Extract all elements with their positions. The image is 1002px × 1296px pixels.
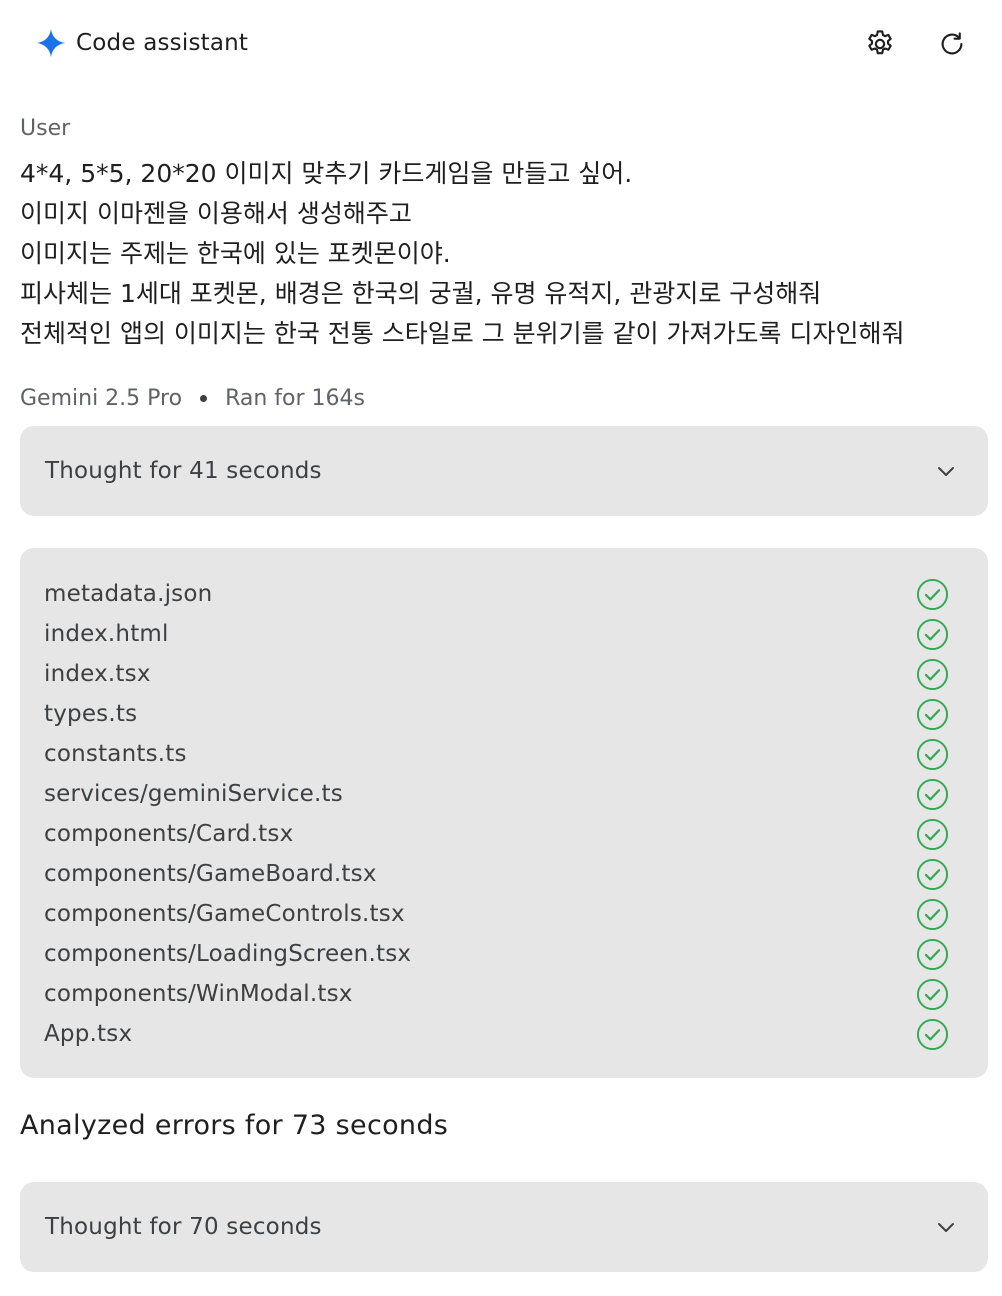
separator-dot bbox=[200, 395, 208, 402]
file-name: App.tsx bbox=[44, 1021, 133, 1047]
check-circle-icon bbox=[916, 658, 949, 691]
file-row[interactable]: metadata.json bbox=[20, 574, 988, 614]
file-name: types.ts bbox=[44, 701, 138, 727]
file-name: components/GameBoard.tsx bbox=[44, 861, 377, 887]
check-circle-icon bbox=[916, 938, 949, 971]
file-row[interactable]: index.html bbox=[20, 614, 988, 654]
thought-toggle[interactable]: Thought for 41 seconds bbox=[20, 426, 988, 516]
settings-button[interactable] bbox=[862, 26, 898, 62]
check-circle-icon bbox=[916, 618, 949, 651]
file-name: components/WinModal.tsx bbox=[44, 981, 353, 1007]
check-circle-icon bbox=[916, 738, 949, 771]
chevron-down-icon bbox=[938, 467, 954, 476]
file-row[interactable]: services/geminiService.ts bbox=[20, 774, 988, 814]
response-meta: Gemini 2.5 Pro Ran for 164s bbox=[20, 386, 365, 411]
generated-files-list: metadata.json index.html index.tsx types.ts… bbox=[20, 548, 988, 1078]
file-row[interactable]: App.tsx bbox=[20, 1014, 988, 1054]
prompt-line: 이미지는 주제는 한국에 있는 포켓몬이야. bbox=[20, 239, 451, 268]
file-row[interactable]: components/WinModal.tsx bbox=[20, 974, 988, 1014]
sparkle-icon bbox=[37, 29, 65, 57]
check-circle-icon bbox=[916, 698, 949, 731]
refresh-icon bbox=[941, 32, 963, 55]
prompt-line: 전체적인 앱의 이미지는 한국 전통 스타일로 그 분위기를 같이 가져가도록 … bbox=[20, 319, 905, 348]
refresh-button[interactable] bbox=[934, 26, 970, 62]
file-row[interactable]: types.ts bbox=[20, 694, 988, 734]
check-circle-icon bbox=[916, 818, 949, 851]
app-title: Code assistant bbox=[76, 30, 249, 56]
prompt-line: 4*4, 5*5, 20*20 이미지 맞추기 카드게임을 만들고 싶어. bbox=[20, 159, 633, 188]
user-prompt: 4*4, 5*5, 20*20 이미지 맞추기 카드게임을 만들고 싶어. 이미… bbox=[20, 154, 982, 354]
chevron-down-icon bbox=[938, 1223, 954, 1232]
file-name: metadata.json bbox=[44, 581, 213, 607]
prompt-line: 이미지 이마젠을 이용해서 생성해주고 bbox=[20, 199, 412, 228]
analysis-heading: Analyzed errors for 73 seconds bbox=[20, 1110, 449, 1141]
file-name: components/GameControls.tsx bbox=[44, 901, 405, 927]
settings-icon bbox=[868, 30, 892, 55]
file-row[interactable]: components/LoadingScreen.tsx bbox=[20, 934, 988, 974]
file-row[interactable]: components/GameControls.tsx bbox=[20, 894, 988, 934]
message-role: User bbox=[20, 116, 71, 141]
check-circle-icon bbox=[916, 858, 949, 891]
prompt-line: 피사체는 1세대 포켓몬, 배경은 한국의 궁궐, 유명 유적지, 관광지로 구… bbox=[20, 279, 822, 308]
check-circle-icon bbox=[916, 778, 949, 811]
check-circle-icon bbox=[916, 898, 949, 931]
file-row[interactable]: components/GameBoard.tsx bbox=[20, 854, 988, 894]
file-name: index.html bbox=[44, 621, 169, 647]
thought-toggle[interactable]: Thought for 70 seconds bbox=[20, 1182, 988, 1272]
file-row[interactable]: constants.ts bbox=[20, 734, 988, 774]
file-name: index.tsx bbox=[44, 661, 151, 687]
run-time: Ran for 164s bbox=[225, 386, 365, 411]
file-name: services/geminiService.ts bbox=[44, 781, 343, 807]
thought-label: Thought for 70 seconds bbox=[45, 1214, 322, 1240]
file-name: constants.ts bbox=[44, 741, 187, 767]
check-circle-icon bbox=[916, 1018, 949, 1051]
brand: Code assistant bbox=[36, 28, 248, 58]
file-name: components/LoadingScreen.tsx bbox=[44, 941, 412, 967]
check-circle-icon bbox=[916, 978, 949, 1011]
file-row[interactable]: components/Card.tsx bbox=[20, 814, 988, 854]
model-name: Gemini 2.5 Pro bbox=[20, 386, 183, 411]
check-circle-icon bbox=[916, 578, 949, 611]
thought-label: Thought for 41 seconds bbox=[45, 458, 322, 484]
file-name: components/Card.tsx bbox=[44, 821, 294, 847]
file-row[interactable]: index.tsx bbox=[20, 654, 988, 694]
code-assistant-panel: Code assistant User 4*4, 5*5, 20*20 이미지 … bbox=[0, 0, 1002, 1296]
panel-header: Code assistant bbox=[0, 0, 1002, 92]
